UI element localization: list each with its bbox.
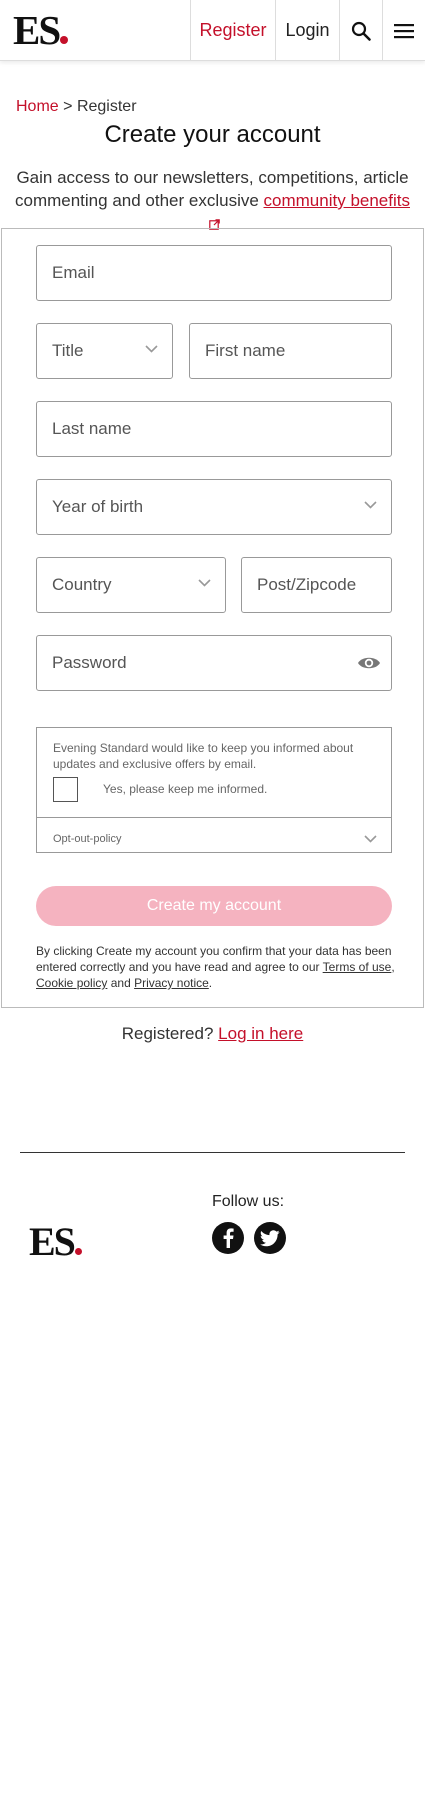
hamburger-menu-icon	[394, 23, 414, 38]
create-account-button[interactable]: Create my account	[36, 886, 392, 926]
menu-button[interactable]	[382, 0, 425, 61]
login-link[interactable]: Login	[275, 0, 339, 61]
email-placeholder: Email	[52, 263, 95, 282]
last-name-placeholder: Last name	[52, 419, 132, 438]
password-placeholder: Password	[52, 653, 127, 672]
chevron-down-icon[interactable]	[364, 835, 377, 843]
page-title: Create your account	[104, 121, 321, 148]
footer-divider	[20, 1152, 405, 1153]
chevron-down-icon	[198, 579, 211, 587]
consent-checkbox-label[interactable]: Yes, please keep me informed.	[103, 782, 267, 796]
facebook-icon	[223, 1228, 234, 1248]
consent-text: Evening Standard would like to keep you …	[53, 741, 354, 771]
first-name-placeholder: First name	[205, 341, 286, 360]
cookie-policy-link[interactable]: Cookie policy	[36, 976, 107, 990]
title-select[interactable]: Title	[36, 323, 173, 379]
logo-dot	[74, 1248, 82, 1255]
legal-and: and	[110, 976, 131, 990]
terms-of-use-link[interactable]: Terms of use	[323, 960, 392, 974]
site-header: ES Register Login	[0, 0, 425, 61]
twitter-button[interactable]	[254, 1222, 286, 1254]
year-of-birth-placeholder: Year of birth	[52, 497, 144, 516]
country-placeholder: Country	[52, 575, 112, 594]
consent-divider	[37, 817, 391, 818]
register-link[interactable]: Register	[190, 0, 275, 61]
logo-dot	[60, 36, 69, 44]
breadcrumb: Home > Register	[16, 98, 137, 116]
email-field[interactable]: Email	[36, 245, 392, 301]
search-button[interactable]	[339, 0, 382, 61]
breadcrumb-home[interactable]: Home	[16, 98, 59, 115]
first-name-field[interactable]: First name	[189, 323, 392, 379]
consent-checkbox[interactable]	[53, 777, 78, 802]
log-in-here-link[interactable]: Log in here	[218, 1024, 303, 1043]
privacy-notice-link[interactable]: Privacy notice	[134, 976, 209, 990]
breadcrumb-separator: >	[63, 98, 73, 115]
footer-es-logo[interactable]: ES	[29, 1222, 82, 1262]
legal-comma: ,	[391, 960, 395, 974]
legal-end: .	[208, 976, 213, 990]
postcode-placeholder: Post/Zipcode	[257, 575, 357, 594]
search-icon	[351, 21, 371, 41]
intro-text: Gain access to our newsletters, competit…	[10, 166, 415, 235]
marketing-consent: Evening Standard would like to keep you …	[36, 727, 392, 853]
legal-notice: By clicking Create my account you confir…	[36, 943, 396, 991]
breadcrumb-current: Register	[76, 98, 137, 115]
registration-form: Email Title First name Last name Year of…	[1, 228, 424, 1008]
last-name-field[interactable]: Last name	[36, 401, 392, 457]
twitter-icon	[260, 1229, 280, 1246]
registered-text: Registered?	[121, 1024, 214, 1043]
opt-out-policy-toggle[interactable]: Opt-out-policy	[53, 833, 121, 845]
chevron-down-icon	[364, 501, 377, 509]
eye-icon[interactable]	[357, 652, 381, 674]
registered-prompt: Registered? Log in here	[0, 1024, 425, 1044]
title-placeholder: Title	[52, 341, 84, 360]
follow-us-label: Follow us:	[212, 1193, 285, 1210]
year-of-birth-select[interactable]: Year of birth	[36, 479, 392, 535]
postcode-field[interactable]: Post/Zipcode	[241, 557, 392, 613]
chevron-down-icon	[145, 345, 158, 353]
country-select[interactable]: Country	[36, 557, 226, 613]
password-field[interactable]: Password	[36, 635, 392, 691]
facebook-button[interactable]	[212, 1222, 244, 1254]
es-logo[interactable]: ES	[13, 10, 69, 51]
